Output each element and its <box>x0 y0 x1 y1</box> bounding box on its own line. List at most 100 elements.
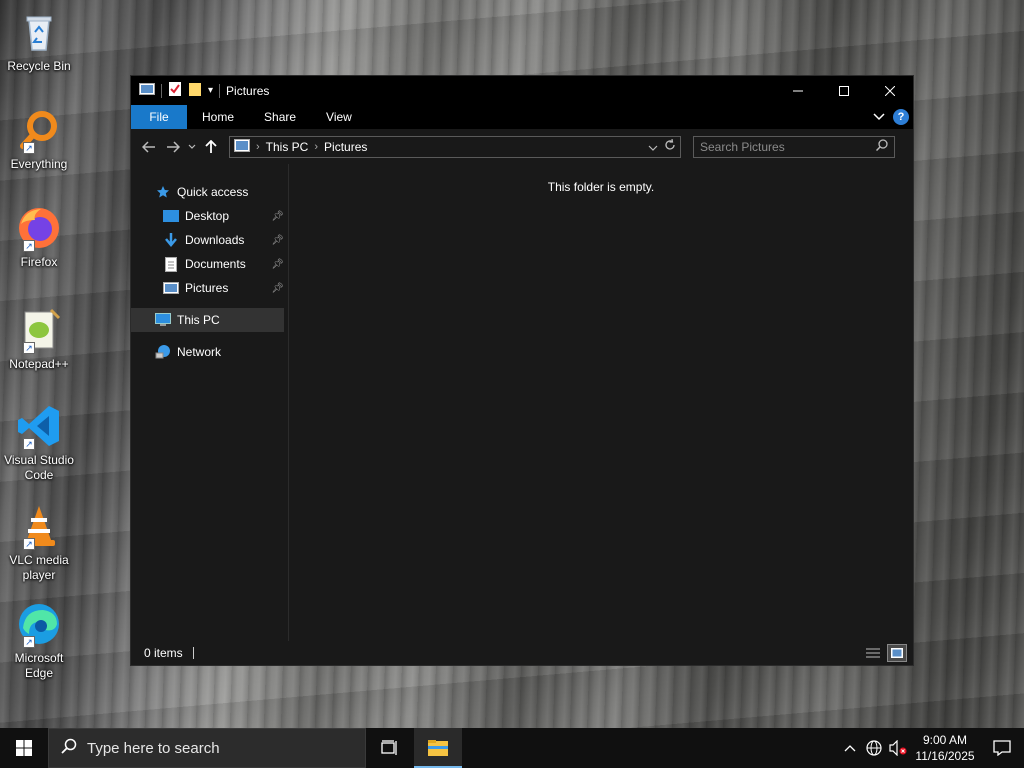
help-icon[interactable]: ? <box>893 109 909 125</box>
desktop-icon-label: Recycle Bin <box>7 59 71 73</box>
new-folder-icon[interactable] <box>188 81 202 100</box>
title-bar[interactable]: ▾ Pictures <box>131 76 913 105</box>
pictures-folder-icon <box>139 82 155 99</box>
pin-icon[interactable]: 📌︎ <box>271 283 284 294</box>
file-explorer-window: ▾ Pictures File Home Share View ? › This… <box>130 75 914 666</box>
file-explorer-icon <box>428 740 448 756</box>
customize-toolbar-chevron-icon[interactable]: ▾ <box>208 85 213 96</box>
nav-item-label: Network <box>177 345 222 359</box>
nav-item-desktop[interactable]: Desktop 📌︎ <box>131 204 288 228</box>
item-count: 0 items <box>144 646 183 660</box>
details-view-icon[interactable] <box>863 644 883 662</box>
minimize-button[interactable] <box>775 76 821 105</box>
content-pane[interactable]: This folder is empty. <box>289 164 913 641</box>
firefox-icon: ↗ <box>15 204 63 252</box>
search-icon <box>61 738 77 758</box>
notifications-button[interactable] <box>980 728 1024 768</box>
nav-item-label: Desktop <box>185 209 230 223</box>
taskbar-search-box[interactable]: Type here to search <box>48 728 366 768</box>
nav-item-this-pc[interactable]: This PC <box>131 308 284 332</box>
refresh-icon[interactable] <box>664 138 676 154</box>
address-dropdown-chevron-icon[interactable] <box>648 140 658 154</box>
taskbar-search-placeholder: Type here to search <box>87 739 220 757</box>
desktop-icon-label: VLC media player <box>9 553 69 582</box>
document-icon <box>163 256 179 272</box>
status-divider <box>192 647 194 659</box>
vscode-icon: ↗ <box>15 402 63 450</box>
nav-item-pictures[interactable]: Pictures 📌︎ <box>131 276 288 300</box>
toolbar-divider <box>161 83 162 98</box>
desktop-icon-notepad-plus-plus[interactable]: ↗ Notepad++ <box>4 306 74 372</box>
quick-access-toolbar: ▾ <box>139 81 221 100</box>
breadcrumb-separator-icon[interactable]: › <box>314 141 318 153</box>
edge-icon: ↗ <box>15 600 63 648</box>
desktop-icon-vlc[interactable]: ↗ VLC media player <box>4 502 74 583</box>
system-tray: 9:00 AM 11/16/2025 <box>838 728 1024 768</box>
notepad-plus-plus-icon: ↗ <box>15 306 63 354</box>
nav-item-quick-access[interactable]: Quick access <box>131 180 288 204</box>
task-view-button[interactable] <box>366 728 414 768</box>
desktop-icon-firefox[interactable]: ↗ Firefox <box>4 204 74 270</box>
clock-time: 9:00 AM <box>922 733 968 747</box>
window-title: Pictures <box>226 83 270 98</box>
search-icon[interactable] <box>875 139 888 154</box>
network-globe-icon[interactable] <box>862 728 886 768</box>
window-controls <box>775 76 913 105</box>
shortcut-arrow-icon: ↗ <box>23 142 35 154</box>
pin-icon[interactable]: 📌︎ <box>271 235 284 246</box>
toolbar-divider <box>219 83 221 98</box>
address-bar-controls <box>648 138 680 154</box>
show-hidden-icons-chevron-icon[interactable] <box>838 728 862 768</box>
taskbar-file-explorer[interactable] <box>414 728 462 768</box>
desktop-icon-edge[interactable]: ↗ Microsoft Edge <box>4 600 74 681</box>
shortcut-arrow-icon: ↗ <box>23 438 35 450</box>
desktop-icon-recycle-bin[interactable]: Recycle Bin <box>4 8 74 74</box>
pin-icon[interactable]: 📌︎ <box>271 259 284 270</box>
desktop-icon-label: Notepad++ <box>9 357 69 371</box>
search-input[interactable] <box>700 139 876 154</box>
large-icons-view-icon[interactable] <box>887 644 907 662</box>
breadcrumb-separator-icon[interactable]: › <box>256 141 260 153</box>
breadcrumb-pictures[interactable]: Pictures <box>324 140 367 154</box>
breadcrumb-this-pc[interactable]: This PC <box>266 140 309 154</box>
nav-item-label: Quick access <box>177 185 249 199</box>
close-button[interactable] <box>867 76 913 105</box>
recycle-bin-icon <box>15 8 63 56</box>
download-arrow-icon <box>163 232 179 248</box>
address-bar[interactable]: › This PC › Pictures <box>229 135 681 158</box>
nav-item-downloads[interactable]: Downloads 📌︎ <box>131 228 288 252</box>
back-button[interactable] <box>137 135 161 159</box>
navigation-bar: › This PC › Pictures <box>131 129 913 164</box>
properties-icon[interactable] <box>168 81 182 100</box>
recent-locations-chevron-icon[interactable] <box>185 135 199 159</box>
up-button[interactable] <box>199 135 223 159</box>
tab-file[interactable]: File <box>131 105 187 129</box>
tab-home[interactable]: Home <box>187 105 249 129</box>
explorer-body: Quick access Desktop 📌︎ Downloads 📌︎ Doc… <box>131 164 913 641</box>
ribbon-right-controls: ? <box>873 105 913 129</box>
volume-muted-icon[interactable] <box>886 728 910 768</box>
pin-icon[interactable]: 📌︎ <box>271 211 284 222</box>
desktop-icon-label: Firefox <box>20 255 58 269</box>
computer-icon <box>155 312 171 328</box>
taskbar: Type here to search 9:00 AM 11/16/2025 <box>0 728 1024 768</box>
tab-share[interactable]: Share <box>249 105 311 129</box>
forward-button[interactable] <box>161 135 185 159</box>
nav-item-documents[interactable]: Documents 📌︎ <box>131 252 288 276</box>
start-button[interactable] <box>0 728 48 768</box>
nav-item-label: Documents <box>185 257 246 271</box>
search-box[interactable] <box>693 135 895 158</box>
maximize-button[interactable] <box>821 76 867 105</box>
shortcut-arrow-icon: ↗ <box>23 538 35 550</box>
clock[interactable]: 9:00 AM 11/16/2025 <box>910 732 980 764</box>
nav-item-network[interactable]: Network <box>131 340 288 364</box>
navigation-pane: Quick access Desktop 📌︎ Downloads 📌︎ Doc… <box>131 164 289 641</box>
everything-icon: ↗ <box>15 106 63 154</box>
desktop-icon-vscode[interactable]: ↗ Visual Studio Code <box>4 402 74 483</box>
desktop-folder-icon <box>163 208 179 224</box>
tab-view[interactable]: View <box>311 105 367 129</box>
shortcut-arrow-icon: ↗ <box>23 240 35 252</box>
network-icon <box>155 344 171 360</box>
desktop-icon-everything[interactable]: ↗ Everything <box>4 106 74 172</box>
expand-ribbon-chevron-icon[interactable] <box>873 110 885 124</box>
